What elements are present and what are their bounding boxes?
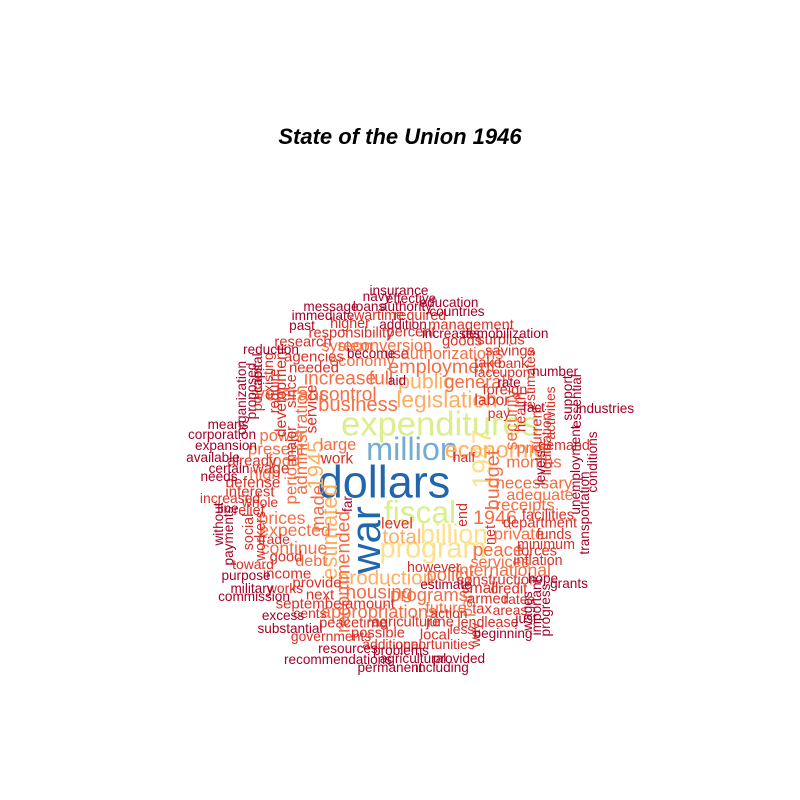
word-resources: resources bbox=[318, 641, 378, 657]
word-adequate: adequate bbox=[506, 485, 574, 504]
word-grants: grants bbox=[550, 576, 588, 592]
chart-canvas: State of the Union 1946 dollars war expend… bbox=[0, 0, 800, 800]
word-addition: addition bbox=[379, 317, 427, 333]
word-industries: industries bbox=[575, 401, 635, 417]
word-essential: essential bbox=[569, 374, 585, 428]
word-net: net bbox=[482, 525, 499, 545]
word-demobilization: demobilization bbox=[461, 326, 549, 342]
word-inflation: inflation bbox=[513, 552, 563, 569]
word-pay: pay bbox=[487, 405, 511, 422]
word-problems: problems bbox=[373, 643, 429, 659]
word-aid: aid bbox=[387, 373, 407, 389]
word-service: service bbox=[303, 384, 321, 434]
word-however: however bbox=[406, 559, 462, 576]
word-become: become bbox=[346, 346, 396, 362]
word-social: social bbox=[240, 513, 257, 551]
word-payments: payments bbox=[221, 506, 237, 566]
word-since: since bbox=[283, 374, 300, 408]
word-just: just bbox=[515, 611, 537, 627]
word-needed: needed bbox=[288, 359, 340, 377]
word-far: far bbox=[340, 496, 356, 512]
word-good: good bbox=[269, 549, 303, 566]
word-action: action bbox=[430, 605, 468, 622]
word-needs: needs bbox=[200, 469, 238, 485]
word-estimate: estimate bbox=[420, 577, 472, 593]
word-level: level bbox=[381, 515, 413, 533]
word-including: including bbox=[415, 660, 469, 676]
word-cloud: dollars war expenditures million fiscal progr… bbox=[0, 0, 800, 800]
word-levels: levels bbox=[533, 450, 549, 486]
word-end: end bbox=[454, 503, 471, 527]
word-activities: activities bbox=[542, 386, 559, 440]
word-unemployment: unemployment bbox=[568, 425, 584, 515]
word-fact: fact bbox=[523, 400, 545, 416]
word-facilities: facilities bbox=[521, 507, 575, 524]
word-commission: commission bbox=[218, 589, 290, 605]
word-funds: funds bbox=[536, 526, 572, 543]
word-expansion: expansion bbox=[195, 438, 257, 454]
word-half: half bbox=[452, 449, 476, 466]
word-face: face bbox=[473, 364, 501, 381]
word-substantial: substantial bbox=[257, 621, 323, 637]
word-past: past bbox=[289, 318, 315, 334]
word-countries: countries bbox=[429, 304, 485, 320]
word-number: number bbox=[531, 364, 579, 380]
word-major: major bbox=[283, 426, 300, 462]
word-progress: progress bbox=[538, 583, 554, 637]
word-conditions: conditions bbox=[585, 431, 601, 493]
word-amount: amount bbox=[344, 595, 396, 613]
word-rate: rate bbox=[497, 375, 521, 391]
word-work: work bbox=[320, 450, 354, 468]
word-trade: trade bbox=[258, 531, 290, 548]
